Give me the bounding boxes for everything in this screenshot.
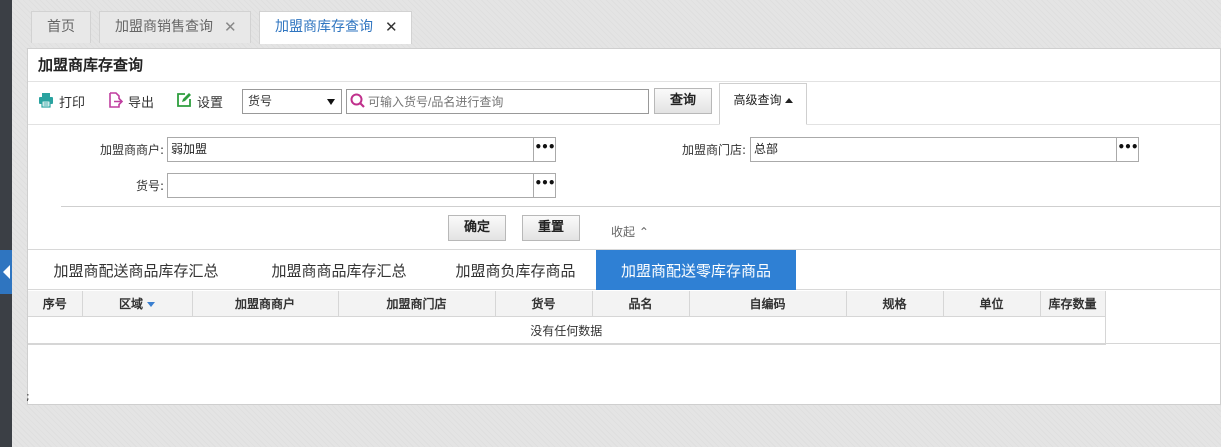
tab-product-inventory-summary[interactable]: 加盟商商品库存汇总 (256, 250, 422, 290)
tab-label: 加盟商库存查询 (275, 19, 373, 35)
column-header[interactable]: 自编码 (689, 291, 847, 317)
tab-home-label: 首页 (47, 19, 75, 35)
tab-franchisee-inventory-query[interactable]: 加盟商库存查询 ✕ (259, 11, 412, 44)
export-label: 导出 (128, 96, 155, 111)
franchisee-field[interactable]: 弱加盟 (167, 137, 533, 162)
settings-button[interactable]: 设置 (176, 92, 223, 112)
advanced-filter-section: 加盟商商户: 弱加盟 ••• 加盟商门店: 总部 ••• 货号: ••• 确定 … (28, 126, 1221, 249)
column-header[interactable]: 单位 (943, 291, 1041, 317)
column-header[interactable]: 加盟商门店 (338, 291, 496, 317)
close-tab-icon[interactable]: ✕ (385, 12, 398, 43)
tab-franchisee-sales-query[interactable]: 加盟商销售查询 ✕ (99, 11, 251, 43)
column-header[interactable]: 加盟商商户 (192, 291, 339, 317)
caret-up-icon (784, 98, 793, 103)
store-label: 加盟商门店: (681, 143, 746, 157)
tab-negative-inventory[interactable]: 加盟商负库存商品 (438, 250, 593, 290)
column-header[interactable]: 库存数量 (1040, 291, 1106, 317)
grid-bottom-border (28, 343, 1220, 344)
collapse-filter-link[interactable]: 收起 ⌃ (611, 223, 649, 240)
tab-label: 加盟商销售查询 (115, 19, 213, 35)
settings-label: 设置 (197, 96, 224, 111)
edit-icon (176, 92, 192, 115)
reset-button[interactable]: 重置 (522, 215, 580, 241)
page-title: 加盟商库存查询 (28, 49, 1220, 82)
item-no-field[interactable] (167, 173, 533, 198)
tab-zero-inventory[interactable]: 加盟商配送零库存商品 (596, 250, 796, 290)
close-tab-icon[interactable]: ✕ (224, 12, 237, 43)
search-input[interactable] (346, 89, 649, 114)
query-button[interactable]: 查询 (654, 88, 712, 114)
print-button[interactable]: 打印 (38, 92, 85, 112)
left-side-strip (0, 0, 12, 447)
report-tabs: 加盟商配送商品库存汇总 加盟商商品库存汇总 加盟商负库存商品 加盟商配送零库存商… (28, 249, 1220, 290)
divider (61, 206, 1221, 207)
item-no-browse-button[interactable]: ••• (533, 173, 556, 198)
store-browse-button[interactable]: ••• (1116, 137, 1139, 162)
franchisee-label: 加盟商商户: (99, 143, 164, 157)
export-icon (107, 92, 124, 115)
empty-message: 没有任何数据 (28, 316, 1106, 345)
column-header[interactable]: 序号 (28, 291, 83, 317)
column-header[interactable]: 规格 (846, 291, 944, 317)
print-label: 打印 (59, 96, 86, 111)
table-header-row: 序号 区域 加盟商商户 加盟商门店 货号 品名 自编码 规格 单位 库存数量 (28, 291, 1106, 317)
search-field-value: 货号 (248, 94, 273, 108)
collapse-sidebar-arrow-icon[interactable] (0, 250, 12, 294)
tab-home[interactable]: 首页 (31, 11, 91, 43)
column-header-label: 区域 (118, 296, 143, 311)
advanced-query-label: 高级查询 (733, 93, 782, 107)
printer-icon (38, 92, 54, 115)
column-header[interactable]: 货号 (495, 291, 593, 317)
column-header[interactable]: 品名 (592, 291, 690, 317)
stray-text: ; (26, 390, 30, 403)
export-button[interactable]: 导出 (107, 92, 154, 112)
search-icon (350, 93, 365, 108)
toolbar: 打印 导出 设置 货号 查询 高级查询 (28, 83, 1220, 125)
chevron-down-icon (327, 99, 335, 105)
tab-delivery-inventory-summary[interactable]: 加盟商配送商品库存汇总 (36, 250, 236, 290)
inventory-table: 序号 区域 加盟商商户 加盟商门店 货号 品名 自编码 规格 单位 库存数量 没… (28, 291, 1106, 345)
sort-desc-icon (147, 301, 155, 307)
advanced-query-button[interactable]: 高级查询 (719, 83, 807, 125)
search-field-select[interactable]: 货号 (242, 89, 342, 114)
franchisee-browse-button[interactable]: ••• (533, 137, 556, 162)
item-no-label: 货号: (135, 179, 164, 193)
inventory-query-panel: 加盟商库存查询 打印 导出 设置 货号 查询 高级查询 (26, 48, 1221, 405)
confirm-button[interactable]: 确定 (448, 215, 506, 241)
empty-row: 没有任何数据 (28, 316, 1106, 345)
store-field[interactable]: 总部 (750, 137, 1116, 162)
column-header-sorted[interactable]: 区域 (82, 291, 193, 317)
